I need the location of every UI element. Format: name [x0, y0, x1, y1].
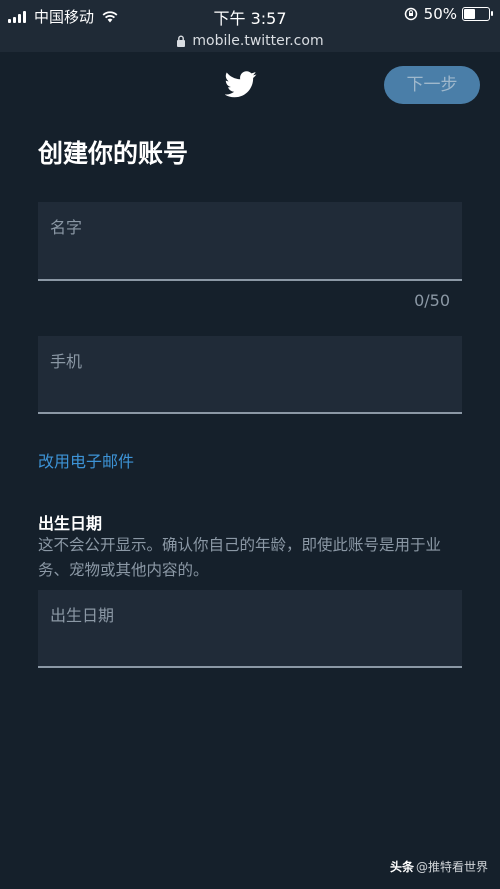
phone-field[interactable]: 手机: [38, 336, 462, 414]
watermark-brand: 头条: [389, 860, 414, 874]
status-right: 50%: [404, 5, 493, 23]
battery-icon: [462, 7, 493, 21]
padlock-icon: [177, 35, 186, 47]
watermark-handle: @推特看世界: [415, 860, 488, 874]
url-text: mobile.twitter.com: [192, 33, 324, 49]
orientation-lock-icon: [404, 7, 417, 21]
phone-field-label: 手机: [50, 352, 83, 371]
status-bar: 中国移动 下午 3:57 50%: [0, 0, 500, 30]
twitter-bird-icon: [225, 71, 257, 98]
birthday-description: 这不会公开显示。确认你自己的年龄，即使此账号是用于业务、宠物或其他内容的。: [38, 536, 442, 579]
birthday-heading: 出生日期: [38, 514, 103, 533]
battery-percent: 50%: [423, 5, 457, 23]
birthday-field-label: 出生日期: [50, 606, 115, 625]
name-field[interactable]: 名字: [38, 202, 462, 281]
battery-fill: [464, 9, 475, 19]
page-title: 创建你的账号: [38, 139, 189, 168]
watermark: 头条 @推特看世界: [390, 858, 488, 875]
name-char-counter: 0/50: [414, 291, 450, 310]
birthday-field[interactable]: 出生日期: [38, 590, 462, 668]
use-email-link[interactable]: 改用电子邮件: [38, 448, 134, 472]
name-field-label: 名字: [50, 218, 83, 237]
url-bar[interactable]: mobile.twitter.com: [0, 30, 500, 52]
next-button[interactable]: 下一步: [384, 66, 480, 104]
